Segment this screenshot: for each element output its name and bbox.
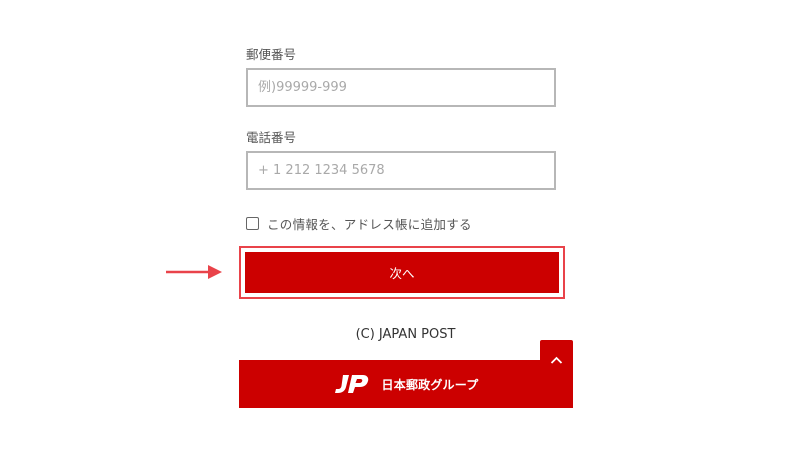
postal-code-label: 郵便番号 <box>246 47 297 62</box>
footer-brand-bar: 日本郵政グループ <box>239 360 573 408</box>
phone-number-label: 電話番号 <box>246 130 297 145</box>
footer-brand-name: 日本郵政グループ <box>381 377 479 392</box>
chevron-up-icon <box>550 356 563 364</box>
postal-code-input[interactable] <box>246 68 556 107</box>
right-arrow-icon <box>166 265 222 279</box>
save-to-address-book-option[interactable]: この情報を、アドレス帳に追加する <box>246 214 472 232</box>
jp-logo-icon <box>334 375 368 393</box>
shipping-form-page: 郵便番号 電話番号 この情報を、アドレス帳に追加する 次へ (C) JAPAN … <box>0 0 812 457</box>
back-to-top-button[interactable] <box>540 340 573 380</box>
save-to-address-book-checkbox[interactable] <box>246 216 259 230</box>
phone-number-input[interactable] <box>246 151 556 190</box>
copyright-text: (C) JAPAN POST <box>355 327 456 342</box>
next-button[interactable]: 次へ <box>245 252 559 293</box>
save-to-address-book-label: この情報を、アドレス帳に追加する <box>267 216 472 232</box>
